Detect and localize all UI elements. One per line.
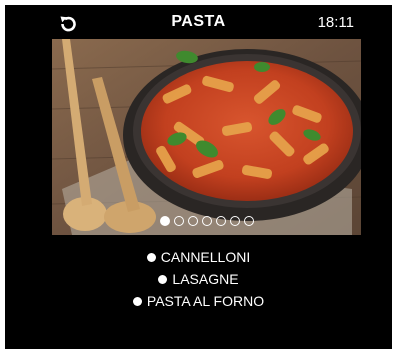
carousel-dot[interactable] bbox=[229, 216, 240, 226]
carousel-indicator bbox=[52, 216, 361, 226]
menu-item-label: CANNELLONI bbox=[160, 249, 251, 265]
carousel-dot[interactable] bbox=[215, 216, 226, 226]
menu-item-cannelloni[interactable]: CANNELLONI bbox=[5, 246, 392, 268]
menu-item-label: LASAGNE bbox=[172, 271, 239, 287]
carousel-dot[interactable] bbox=[201, 216, 212, 226]
bullet-icon bbox=[132, 297, 142, 306]
carousel-dot[interactable] bbox=[159, 216, 170, 226]
carousel-dot[interactable] bbox=[187, 216, 198, 226]
bullet-icon bbox=[158, 275, 168, 284]
header-bar: PASTA 18:11 bbox=[5, 5, 392, 39]
carousel-dot[interactable] bbox=[173, 216, 184, 226]
bullet-icon bbox=[146, 253, 156, 262]
clock: 18:11 bbox=[317, 14, 354, 31]
dish-image[interactable] bbox=[52, 39, 361, 235]
menu-item-pasta-al-forno[interactable]: PASTA AL FORNO bbox=[5, 290, 392, 312]
recipe-list: CANNELLONI LASAGNE PASTA AL FORNO bbox=[5, 246, 392, 312]
carousel-dot[interactable] bbox=[243, 216, 254, 226]
menu-item-lasagne[interactable]: LASAGNE bbox=[5, 268, 392, 290]
pasta-photo bbox=[52, 39, 361, 235]
menu-item-label: PASTA AL FORNO bbox=[146, 293, 265, 309]
device-screen: PASTA 18:11 CANNELLONI LASAGNE PASTA AL … bbox=[5, 5, 392, 349]
